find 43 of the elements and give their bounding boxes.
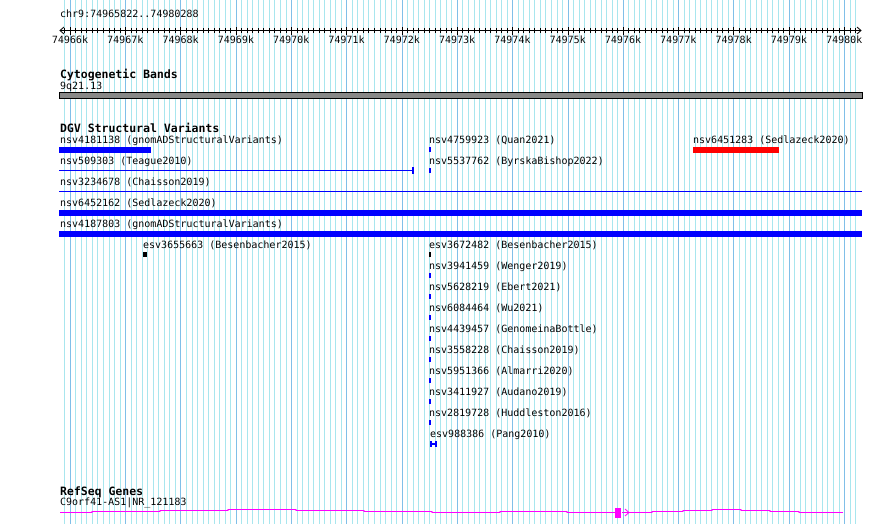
feature-label: nsv4187803 (gnomADStructuralVariants) xyxy=(60,219,283,230)
tick-label: 74973k xyxy=(438,35,476,46)
location-label: chr9:74965822..74980288 xyxy=(60,9,198,20)
track-title: RefSeq Genes xyxy=(60,485,144,498)
tick-label: 74978k xyxy=(715,35,752,46)
feature-label: nsv2819728 (Huddleston2016) xyxy=(429,408,592,419)
tick-label: 74977k xyxy=(660,35,696,46)
feature-label: nsv5628219 (Ebert2021) xyxy=(429,282,562,293)
variant-feature[interactable] xyxy=(430,441,437,447)
feature-label: esv3672482 (Besenbacher2015) xyxy=(429,240,598,251)
feature-label: esv988386 (Pang2010) xyxy=(430,429,550,440)
feature-label: nsv6452162 (Sedlazeck2020) xyxy=(60,198,217,209)
feature-label: nsv4181138 (gnomADStructuralVariants) xyxy=(60,135,283,146)
tick-label: 74975k xyxy=(550,35,586,46)
tick-label: 74970k xyxy=(273,35,310,46)
feature-label: nsv3941459 (Wenger2019) xyxy=(429,261,568,272)
feature-label: nsv4759923 (Quan2021) xyxy=(429,135,556,146)
band-label: 9q21.13 xyxy=(60,81,102,92)
feature-label: esv3655663 (Besenbacher2015) xyxy=(143,240,312,251)
tick-label: 74971k xyxy=(328,35,364,46)
tick-label: 74976k xyxy=(604,35,641,46)
tick-label: 74980k xyxy=(826,35,862,46)
tick-label: 74972k xyxy=(384,35,420,46)
gene-model-drawing[interactable] xyxy=(60,508,844,518)
feature-label: nsv6451283 (Sedlazeck2020) xyxy=(693,135,850,146)
track-title: Cytogenetic Bands xyxy=(60,68,178,81)
tick-label: 74969k xyxy=(218,35,254,46)
tick-label: 74974k xyxy=(494,35,530,46)
tick-label: 74968k xyxy=(162,35,199,46)
feature-label: nsv3558228 (Chaisson2019) xyxy=(429,345,580,356)
tick-label: 74979k xyxy=(770,35,807,46)
tick-label: 74966k xyxy=(52,35,88,46)
feature-label: nsv5951366 (Almarri2020) xyxy=(429,366,574,377)
gene-label[interactable]: C9orf41-AS1|NR_121183 xyxy=(60,497,186,508)
feature-label: nsv4439457 (GenomeinaBottle) xyxy=(429,324,598,335)
feature-label: nsv6084464 (Wu2021) xyxy=(429,303,544,314)
feature-label: nsv5537762 (ByrskaBishop2022) xyxy=(429,156,604,167)
feature-label: nsv3411927 (Audano2019) xyxy=(429,387,568,398)
tick-label: 74967k xyxy=(107,35,144,46)
feature-label: nsv3234678 (Chaisson2019) xyxy=(60,177,211,188)
track-title: DGV Structural Variants xyxy=(60,122,220,135)
variant-feature[interactable] xyxy=(59,167,414,174)
feature-label: nsv509303 (Teague2010) xyxy=(60,156,192,167)
